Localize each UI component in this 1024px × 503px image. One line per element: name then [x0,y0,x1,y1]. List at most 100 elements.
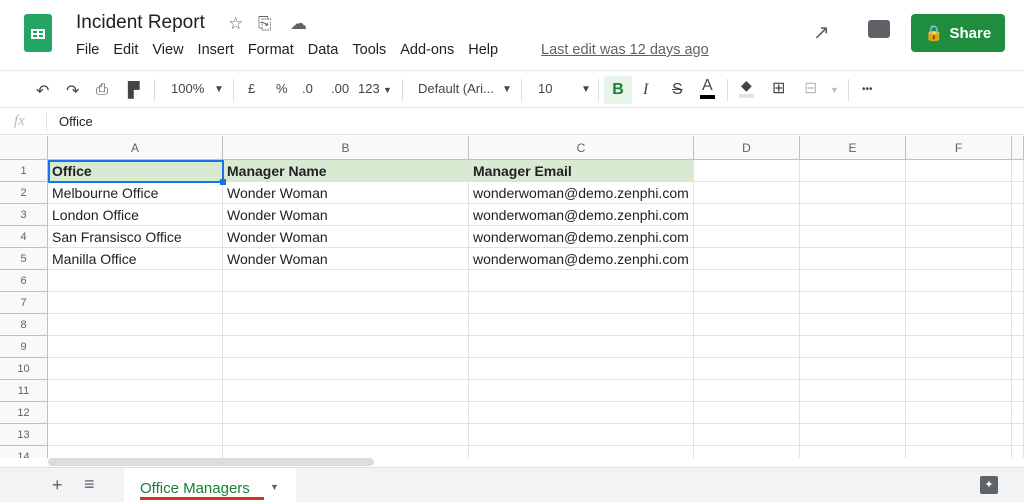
cell[interactable] [1012,182,1024,204]
chevron-down-icon[interactable]: ▼ [502,84,512,95]
strikethrough-button[interactable]: S [672,81,683,99]
cell[interactable] [906,270,1012,292]
cell[interactable] [694,336,800,358]
bold-button[interactable]: B [604,76,632,104]
cell[interactable] [906,226,1012,248]
document-title[interactable]: Incident Report [76,12,205,34]
row-header-1[interactable]: 1 [0,160,48,182]
cell[interactable] [694,270,800,292]
column-header-b[interactable]: B [223,136,469,160]
cell[interactable] [1012,424,1024,446]
cell[interactable] [800,358,906,380]
cell[interactable] [906,380,1012,402]
borders-icon[interactable]: ⊞ [772,78,785,98]
cell[interactable] [1012,358,1024,380]
move-folder-icon[interactable]: ⎘ [258,14,272,34]
cell[interactable] [223,270,469,292]
cell[interactable] [694,226,800,248]
cell[interactable] [1012,292,1024,314]
cell[interactable] [1012,314,1024,336]
cell[interactable] [469,446,694,458]
star-icon[interactable]: ☆ [228,14,243,34]
font-size-select[interactable]: 10 [538,81,552,96]
cell[interactable] [223,336,469,358]
cell[interactable]: Manager Name [223,160,469,182]
cell[interactable] [906,248,1012,270]
cell[interactable] [694,380,800,402]
cell[interactable] [694,292,800,314]
row-header-13[interactable]: 13 [0,424,48,446]
cell[interactable] [469,402,694,424]
row-header-9[interactable]: 9 [0,336,48,358]
cell[interactable] [800,248,906,270]
cell[interactable] [48,380,223,402]
row-header-14[interactable]: 14 [0,446,48,458]
cell[interactable] [906,160,1012,182]
cell[interactable] [694,182,800,204]
cell[interactable] [694,314,800,336]
row-header-2[interactable]: 2 [0,182,48,204]
column-header-f[interactable]: F [906,136,1012,160]
chevron-down-icon[interactable]: ▼ [830,85,839,95]
decrease-decimal-button[interactable]: .0 [302,81,313,96]
zoom-select[interactable]: 100% [171,81,204,96]
more-formats-button[interactable]: 123 [358,81,380,96]
column-header-c[interactable]: C [469,136,694,160]
row-header-7[interactable]: 7 [0,292,48,314]
cell[interactable] [694,160,800,182]
menu-data[interactable]: Data [308,42,339,58]
cell[interactable] [800,226,906,248]
cell[interactable] [800,446,906,458]
cell[interactable]: wonderwoman@demo.zenphi.com [469,226,694,248]
cell[interactable] [48,358,223,380]
cell[interactable] [1012,226,1024,248]
cell[interactable] [1012,204,1024,226]
cell[interactable] [800,182,906,204]
cell[interactable] [694,248,800,270]
row-header-3[interactable]: 3 [0,204,48,226]
formula-input[interactable]: Office [59,114,93,129]
cell[interactable]: wonderwoman@demo.zenphi.com [469,248,694,270]
more-button[interactable]: ••• [862,84,873,95]
cell[interactable] [1012,270,1024,292]
cell[interactable] [694,402,800,424]
column-header-g[interactable] [1012,136,1024,160]
menu-help[interactable]: Help [468,42,498,58]
menu-file[interactable]: File [76,42,99,58]
last-edit-link[interactable]: Last edit was 12 days ago [541,42,709,58]
cell[interactable] [906,314,1012,336]
fill-handle[interactable] [220,179,226,185]
menu-view[interactable]: View [152,42,183,58]
cell[interactable] [1012,446,1024,458]
menu-insert[interactable]: Insert [198,42,234,58]
menu-add-ons[interactable]: Add-ons [400,42,454,58]
cell[interactable] [800,270,906,292]
cell[interactable] [48,446,223,458]
column-header-a[interactable]: A [48,136,223,160]
cell[interactable]: wonderwoman@demo.zenphi.com [469,204,694,226]
all-sheets-button[interactable]: ≡ [84,474,95,495]
cell[interactable] [48,402,223,424]
cell[interactable] [800,380,906,402]
cell[interactable]: Wonder Woman [223,182,469,204]
comments-icon[interactable] [868,20,890,38]
chevron-down-icon[interactable]: ▼ [270,482,279,492]
row-header-10[interactable]: 10 [0,358,48,380]
undo-icon[interactable]: ↶ [36,81,49,101]
percent-button[interactable]: % [276,81,288,96]
merge-cells-icon[interactable]: ⊟ [804,78,817,98]
paint-format-icon[interactable]: ▛ [128,81,140,99]
row-header-5[interactable]: 5 [0,248,48,270]
cell[interactable] [906,424,1012,446]
cloud-saved-icon[interactable]: ☁ [290,14,307,34]
cell[interactable] [48,314,223,336]
increase-decimal-button[interactable]: .00 [331,81,349,96]
row-header-8[interactable]: 8 [0,314,48,336]
cell[interactable] [469,380,694,402]
redo-icon[interactable]: ↷ [66,81,79,101]
chevron-down-icon[interactable]: ▼ [581,84,591,95]
cell[interactable] [1012,336,1024,358]
cell[interactable] [906,402,1012,424]
explore-icon[interactable]: ✦ [980,476,998,494]
row-header-11[interactable]: 11 [0,380,48,402]
